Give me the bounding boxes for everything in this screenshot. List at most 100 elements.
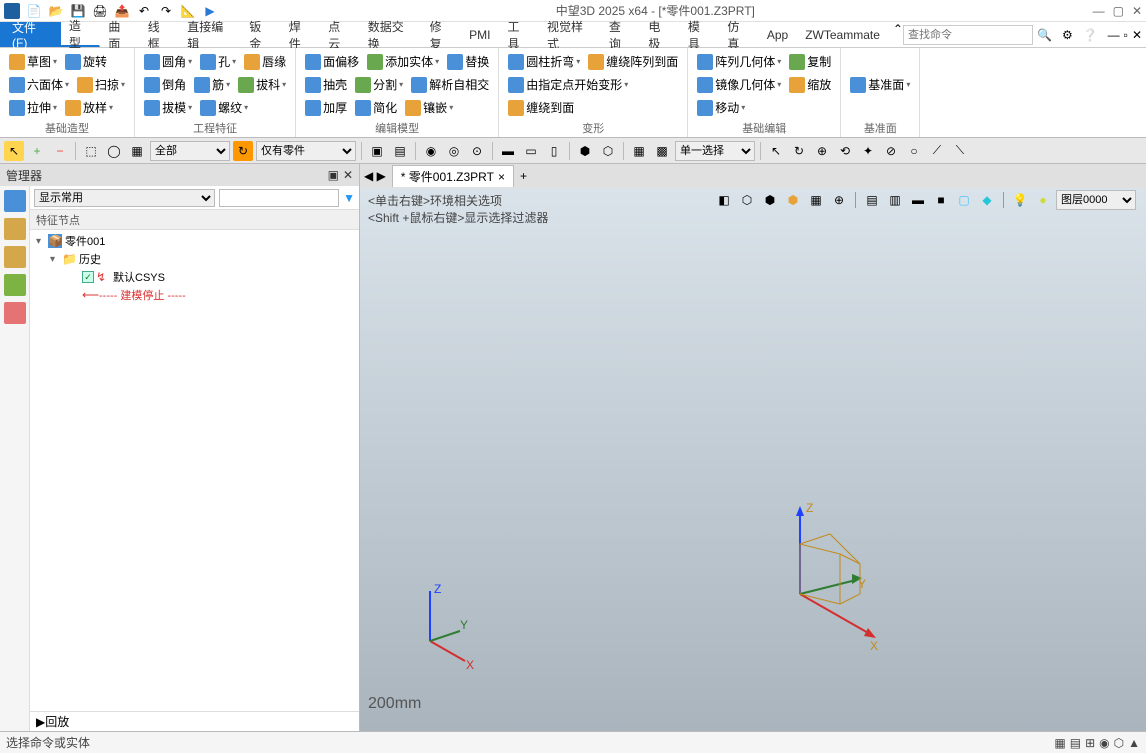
side-tab-5[interactable] (4, 302, 26, 324)
t1-icon[interactable]: ▣ (367, 141, 387, 161)
nav5-icon[interactable]: ✦ (858, 141, 878, 161)
tab-repair[interactable]: 修复 (422, 22, 461, 47)
close-panel-icon[interactable]: ✕ (343, 168, 353, 182)
tab-more-icon[interactable]: ⌃ (893, 22, 903, 47)
vt5-icon[interactable]: ▦ (806, 190, 826, 210)
sweep-button[interactable]: 扫掠▾ (74, 75, 128, 94)
undo-icon[interactable]: ↶ (136, 3, 152, 19)
wrapface-button[interactable]: 缠绕到面 (505, 98, 577, 117)
search-icon[interactable]: 🔍 (1037, 28, 1052, 42)
scale-button[interactable]: 缩放 (786, 75, 834, 94)
t10-icon[interactable]: ⬡ (598, 141, 618, 161)
vt1-icon[interactable]: ◧ (714, 190, 734, 210)
tab-dataexchange[interactable]: 数据交换 (360, 22, 422, 47)
datumplane-button[interactable]: 基准面▾ (847, 75, 913, 94)
rib-button[interactable]: 筋▾ (191, 75, 233, 94)
simplify-button[interactable]: 简化 (352, 98, 400, 117)
wraparray-button[interactable]: 缠绕阵列到面 (585, 52, 681, 71)
t3-icon[interactable]: ◉ (421, 141, 441, 161)
add-icon[interactable]: + (27, 141, 47, 161)
draft-button[interactable]: 拔模▾ (141, 98, 195, 117)
tab-sheetmetal[interactable]: 钣金 (241, 22, 280, 47)
tab-query[interactable]: 查询 (601, 22, 640, 47)
refresh-icon[interactable]: ↻ (233, 141, 253, 161)
cursor-icon[interactable]: ↖ (4, 141, 24, 161)
pointdeform-button[interactable]: 由指定点开始变形▾ (505, 75, 631, 94)
filter-icon[interactable]: ▼ (343, 191, 355, 205)
tab-app[interactable]: App (759, 22, 797, 47)
close-button[interactable]: ✕ (1132, 4, 1142, 18)
split-button[interactable]: 分割▾ (352, 75, 406, 94)
partonly-select[interactable]: 仅有零件 (256, 141, 356, 161)
min2-icon[interactable]: — (1108, 28, 1120, 42)
layer-dot-icon[interactable]: ● (1033, 190, 1053, 210)
tab-pmi[interactable]: PMI (461, 22, 499, 47)
remove-icon[interactable]: − (50, 141, 70, 161)
move-button[interactable]: 移动▾ (694, 98, 748, 117)
tab-weld[interactable]: 焊件 (281, 22, 320, 47)
revolve-button[interactable]: 旋转 (62, 52, 110, 71)
sb6-icon[interactable]: ▲ (1128, 736, 1140, 750)
filter-icon[interactable]: ▦ (127, 141, 147, 161)
tab-surface[interactable]: 曲面 (100, 22, 139, 47)
file-menu[interactable]: 文件(F) (0, 22, 61, 47)
nav8-icon[interactable]: ⟋ (927, 141, 947, 161)
tab-visualstyle[interactable]: 视觉样式 (539, 22, 601, 47)
close2-icon[interactable]: ✕ (1132, 28, 1142, 42)
open-icon[interactable]: 📂 (48, 3, 64, 19)
new-tab-icon[interactable]: + (520, 169, 527, 183)
shell-button[interactable]: 抽壳 (302, 75, 350, 94)
sb4-icon[interactable]: ◉ (1099, 736, 1109, 750)
t6-icon[interactable]: ▬ (498, 141, 518, 161)
box-select-icon[interactable]: ⬚ (81, 141, 101, 161)
measure-icon[interactable]: 📐 (180, 3, 196, 19)
chamfer-button[interactable]: 倒角 (141, 75, 189, 94)
t5-icon[interactable]: ⊙ (467, 141, 487, 161)
new-icon[interactable]: 📄 (26, 3, 42, 19)
sketch-button[interactable]: 草图▾ (6, 52, 60, 71)
pin-icon[interactable]: ▣ (328, 168, 339, 182)
filter-select[interactable]: 全部 (150, 141, 230, 161)
redo-icon[interactable]: ↷ (158, 3, 174, 19)
tab-electrode[interactable]: 电极 (640, 22, 679, 47)
t8-icon[interactable]: ▯ (544, 141, 564, 161)
filter-input[interactable] (219, 189, 339, 207)
tab-mold[interactable]: 模具 (680, 22, 719, 47)
vt6-icon[interactable]: ⊕ (829, 190, 849, 210)
tree-csys[interactable]: ✓↯ 默认CSYS (30, 268, 359, 286)
t9-icon[interactable]: ⬢ (575, 141, 595, 161)
csys-gizmo[interactable]: Z X Y (740, 494, 880, 674)
thicken-button[interactable]: 加厚 (302, 98, 350, 117)
t12-icon[interactable]: ▩ (652, 141, 672, 161)
mirror-button[interactable]: 镜像几何体▾ (694, 75, 784, 94)
t7-icon[interactable]: ▭ (521, 141, 541, 161)
tab-directedit[interactable]: 直接编辑 (179, 22, 241, 47)
sb1-icon[interactable]: ▦ (1054, 736, 1065, 750)
play-icon[interactable]: ▶ (202, 3, 218, 19)
copy-button[interactable]: 复制 (786, 52, 834, 71)
tab-simulation[interactable]: 仿真 (719, 22, 758, 47)
cylbend-button[interactable]: 圆柱折弯▾ (505, 52, 583, 71)
faceoffset-button[interactable]: 面偏移 (302, 52, 362, 71)
nav3-icon[interactable]: ⊕ (812, 141, 832, 161)
tab-close-icon[interactable]: × (498, 170, 505, 184)
vt8-icon[interactable]: ▥ (885, 190, 905, 210)
nav2-icon[interactable]: ↻ (789, 141, 809, 161)
print-icon[interactable]: 🖨 (92, 3, 108, 19)
restore-icon[interactable]: ▫ (1124, 28, 1128, 42)
display-filter[interactable]: 显示常用 (34, 189, 215, 207)
tab-model[interactable]: 造型 (61, 22, 100, 47)
bulb-icon[interactable]: 💡 (1010, 190, 1030, 210)
tab-tools[interactable]: 工具 (499, 22, 538, 47)
t4-icon[interactable]: ◎ (444, 141, 464, 161)
vt12-icon[interactable]: ◆ (977, 190, 997, 210)
tree-history[interactable]: ▾📁 历史 (30, 250, 359, 268)
tree-stop[interactable]: ⟵ ----- 建模停止 ----- (30, 286, 359, 304)
extrude-button[interactable]: 拉伸▾ (6, 98, 60, 117)
box-button[interactable]: 六面体▾ (6, 75, 72, 94)
checkbox-icon[interactable]: ✓ (82, 271, 94, 283)
manager-footer[interactable]: ▶ 回放 (30, 711, 359, 731)
hole-button[interactable]: 孔▾ (197, 52, 239, 71)
lip-button[interactable]: 唇缘 (241, 52, 289, 71)
selmode-select[interactable]: 单一选择 (675, 141, 755, 161)
